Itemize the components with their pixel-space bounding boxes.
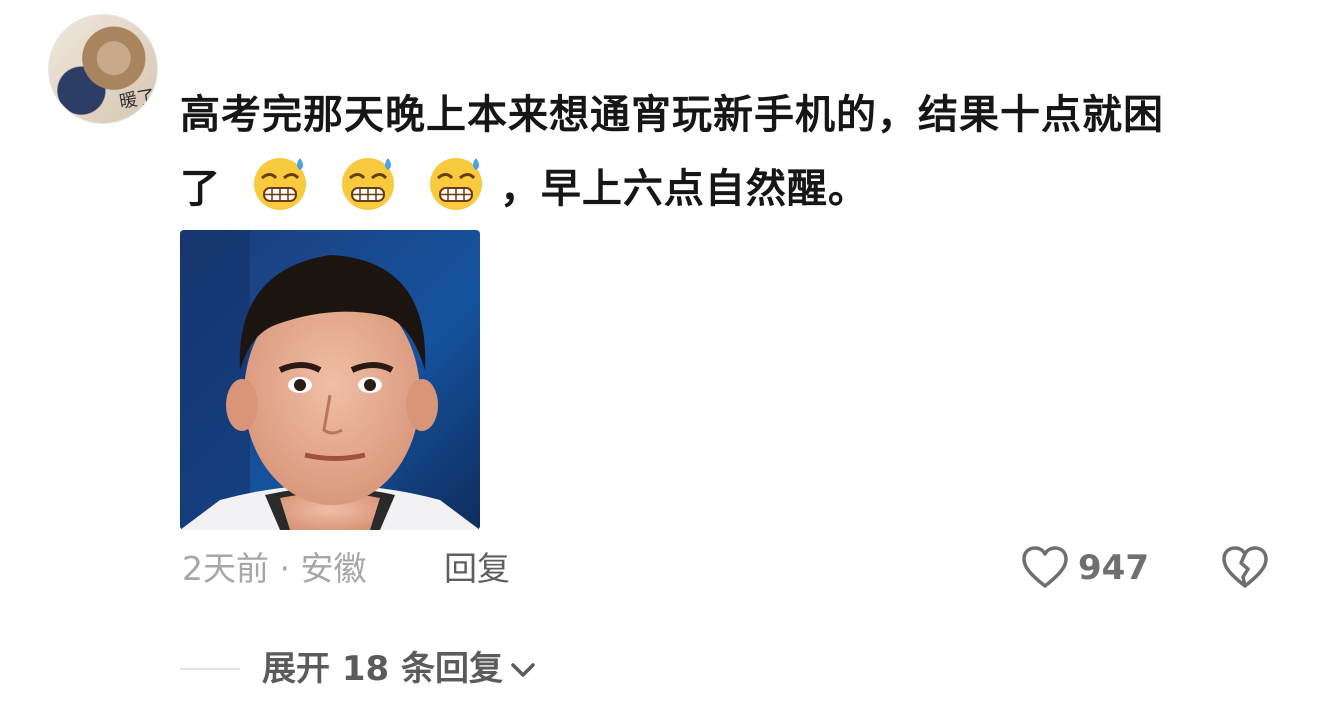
reply-button[interactable]: 回复: [444, 545, 510, 593]
avatar-text: 暖了: [117, 86, 157, 113]
dislike-button[interactable]: [1220, 543, 1270, 593]
chevron-down-icon: [511, 663, 535, 677]
comment-text-line2-suffix: ，早上六点自然醒。: [499, 166, 869, 212]
broken-heart-icon: [1222, 546, 1268, 588]
divider-line: [180, 668, 240, 670]
heart-icon: [1022, 546, 1068, 588]
grimacing-sweat-face-emoji: [341, 158, 394, 210]
meme-face-image: [180, 230, 480, 530]
comment-text-line1: 高考完那天晚上本来想通宵玩新手机的，结果十点就困: [180, 92, 1164, 138]
like-count: 947: [1078, 548, 1149, 588]
grimacing-sweat-face-emoji: [429, 158, 482, 210]
like-button[interactable]: 947: [1020, 543, 1149, 593]
expand-replies-label: 展开 18 条回复: [262, 649, 503, 689]
comment-image[interactable]: [180, 230, 480, 530]
user-avatar[interactable]: 暖了: [48, 14, 158, 124]
grimacing-sweat-face-emoji: [253, 158, 306, 210]
comment-text-line2-prefix: 了: [180, 166, 221, 212]
comment-text: 高考完那天晚上本来想通宵玩新手机的，结果十点就困 了 ，早上六点自然醒。: [180, 78, 1280, 226]
expand-replies-button[interactable]: 展开 18 条回复: [262, 644, 537, 694]
comment-time-location: 2天前 · 安徽: [182, 549, 367, 588]
